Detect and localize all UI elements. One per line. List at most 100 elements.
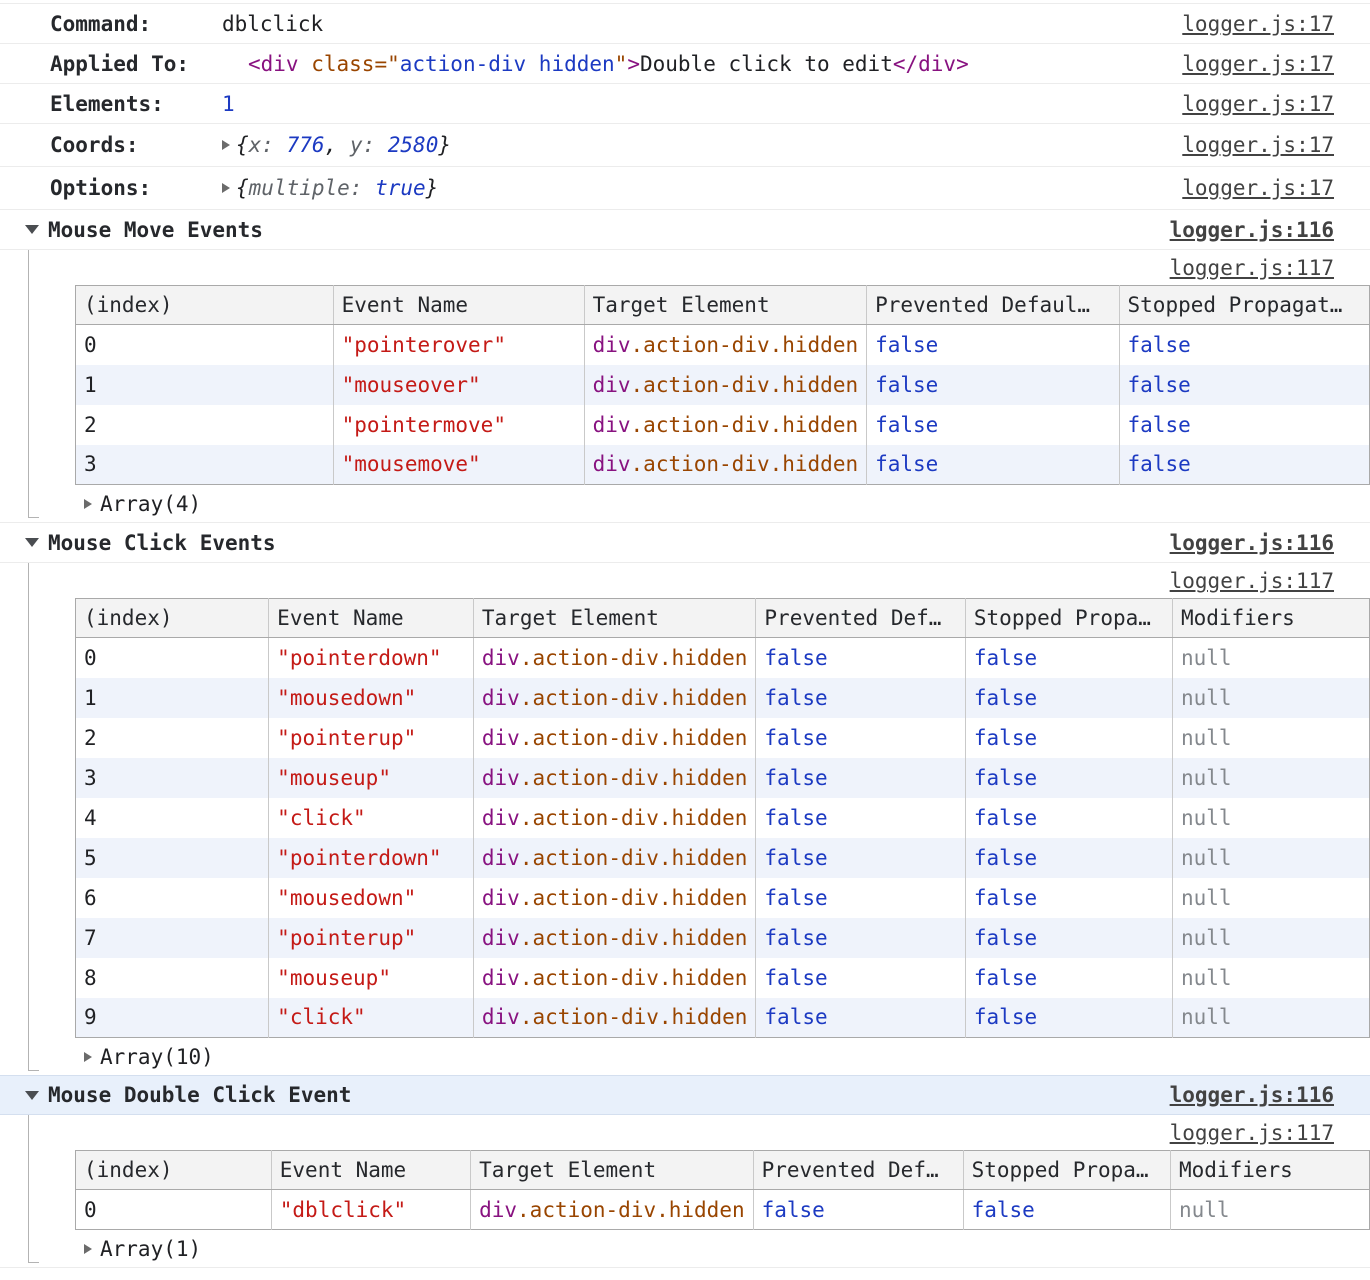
collapse-triangle-icon[interactable]	[25, 225, 39, 234]
group-header-mouse-click-events[interactable]: Mouse Click Events logger.js:116	[0, 523, 1370, 563]
object-preview-options[interactable]: {multiple: true}	[236, 176, 438, 200]
column-header[interactable]: Prevented Def…	[756, 599, 965, 638]
column-header[interactable]: (index)	[76, 1151, 272, 1190]
node-tag: div	[482, 886, 520, 910]
column-header[interactable]: Target Element	[471, 1151, 754, 1190]
expand-triangle-icon[interactable]	[222, 183, 230, 193]
table-cell: "pointerdown"	[269, 638, 474, 678]
element-tag-close: </div>	[893, 52, 969, 76]
object-preview-coords[interactable]: {x: 776, y: 2580}	[236, 133, 451, 157]
brace-open: {	[236, 176, 249, 200]
node-classes: .action-div.hidden	[520, 806, 748, 830]
table-cell: false	[756, 998, 965, 1038]
source-link[interactable]: logger.js:117	[1170, 569, 1334, 593]
group-title: Mouse Double Click Event	[48, 1083, 351, 1107]
table-cell: "mouseup"	[269, 958, 474, 998]
column-header[interactable]: Modifiers	[1172, 599, 1369, 638]
table-cell: null	[1172, 998, 1369, 1038]
array-preview-row[interactable]: Array(10)	[0, 1038, 1370, 1076]
table-header-row: (index)Event NameTarget ElementPrevented…	[76, 1151, 1370, 1190]
column-header[interactable]: Prevented Defaul…	[867, 286, 1119, 325]
source-link[interactable]: logger.js:17	[1182, 52, 1334, 76]
table-row: 5"pointerdown"div.action-div.hiddenfalse…	[76, 838, 1370, 878]
group-title: Mouse Click Events	[48, 531, 276, 555]
column-header[interactable]: (index)	[76, 599, 269, 638]
node-tag: div	[482, 806, 520, 830]
console-log-row-applied-to: Applied To: <div class="action-div hidde…	[0, 44, 1370, 84]
table-cell: "dblclick"	[271, 1190, 470, 1230]
node-tag: div	[482, 966, 520, 990]
table-cell: div.action-div.hidden	[473, 638, 756, 678]
table-row: 1"mousedown"div.action-div.hiddenfalsefa…	[76, 678, 1370, 718]
table-cell: "mousedown"	[269, 678, 474, 718]
source-link[interactable]: logger.js:17	[1182, 176, 1334, 200]
element-gt: >	[627, 52, 640, 76]
source-link[interactable]: logger.js:17	[1182, 133, 1334, 157]
expand-triangle-icon[interactable]	[84, 1052, 92, 1062]
table-row: 0"pointerover"div.action-div.hiddenfalse…	[76, 325, 1370, 365]
column-header[interactable]: Target Element	[473, 599, 756, 638]
column-header[interactable]: Prevented Def…	[753, 1151, 963, 1190]
expand-triangle-icon[interactable]	[84, 499, 92, 509]
array-preview-row[interactable]: Array(1)	[0, 1230, 1370, 1268]
table-source-row: logger.js:117	[0, 1115, 1370, 1150]
console-log-row-command: Command: dblclick logger.js:17	[0, 4, 1370, 44]
expand-triangle-icon[interactable]	[222, 140, 230, 150]
table-cell: false	[965, 638, 1172, 678]
table-cell: null	[1172, 678, 1369, 718]
table-cell: "pointerup"	[269, 718, 474, 758]
table-cell: null	[1172, 758, 1369, 798]
node-tag: div	[482, 846, 520, 870]
group-header-mouse-double-click-event[interactable]: Mouse Double Click Event logger.js:116	[0, 1075, 1370, 1115]
collapse-triangle-icon[interactable]	[25, 538, 39, 547]
brace-close: }	[438, 133, 451, 157]
column-header[interactable]: Event Name	[271, 1151, 470, 1190]
column-header[interactable]: Stopped Propagat…	[1119, 286, 1369, 325]
source-link[interactable]: logger.js:17	[1182, 12, 1334, 36]
collapse-triangle-icon[interactable]	[25, 1091, 39, 1100]
source-link[interactable]: logger.js:116	[1170, 531, 1334, 555]
source-link[interactable]: logger.js:17	[1182, 92, 1334, 116]
column-header[interactable]: Event Name	[333, 286, 584, 325]
expand-triangle-icon[interactable]	[84, 1244, 92, 1254]
source-link[interactable]: logger.js:116	[1170, 218, 1334, 242]
table-cell: false	[756, 918, 965, 958]
group-content-mouse-double-click-event: logger.js:117 (index)Event NameTarget El…	[0, 1115, 1370, 1268]
table-cell: div.action-div.hidden	[473, 798, 756, 838]
column-header[interactable]: Event Name	[269, 599, 474, 638]
element-preview[interactable]: <div class="action-div hidden">Double cl…	[248, 52, 969, 76]
node-classes: .action-div.hidden	[517, 1198, 745, 1222]
table-cell: false	[756, 758, 965, 798]
console-log-row-elements: Elements: 1 logger.js:17	[0, 84, 1370, 124]
column-header[interactable]: Stopped Propa…	[965, 599, 1172, 638]
column-header[interactable]: Stopped Propa…	[963, 1151, 1170, 1190]
log-value-command: dblclick	[222, 12, 323, 36]
element-attr-eq: ="	[374, 52, 399, 76]
node-classes: .action-div.hidden	[520, 886, 748, 910]
table-row: 3"mouseup"div.action-div.hiddenfalsefals…	[76, 758, 1370, 798]
table-cell: null	[1172, 718, 1369, 758]
column-header[interactable]: Modifiers	[1171, 1151, 1370, 1190]
table-cell: div.action-div.hidden	[473, 878, 756, 918]
log-label: Command:	[50, 12, 222, 36]
table-row: 7"pointerup"div.action-div.hiddenfalsefa…	[76, 918, 1370, 958]
table-header-row: (index)Event NameTarget ElementPrevented…	[76, 599, 1370, 638]
table-cell: div.action-div.hidden	[473, 838, 756, 878]
column-header[interactable]: (index)	[76, 286, 334, 325]
source-link[interactable]: logger.js:116	[1170, 1083, 1334, 1107]
node-tag: div	[482, 926, 520, 950]
source-link[interactable]: logger.js:117	[1170, 1121, 1334, 1145]
group-header-mouse-move-events[interactable]: Mouse Move Events logger.js:116	[0, 210, 1370, 250]
table-cell: false	[1119, 365, 1369, 405]
element-attr-name: class	[311, 52, 374, 76]
table-cell: false	[756, 678, 965, 718]
table-cell: 9	[76, 998, 269, 1038]
table-cell: 6	[76, 878, 269, 918]
column-header[interactable]: Target Element	[584, 286, 867, 325]
array-preview-row[interactable]: Array(4)	[0, 485, 1370, 523]
table-cell: false	[965, 838, 1172, 878]
source-link[interactable]: logger.js:117	[1170, 256, 1334, 280]
table-row: 2"pointermove"div.action-div.hiddenfalse…	[76, 405, 1370, 445]
node-tag: div	[482, 1005, 520, 1029]
preview-key: multiple:	[249, 176, 375, 200]
